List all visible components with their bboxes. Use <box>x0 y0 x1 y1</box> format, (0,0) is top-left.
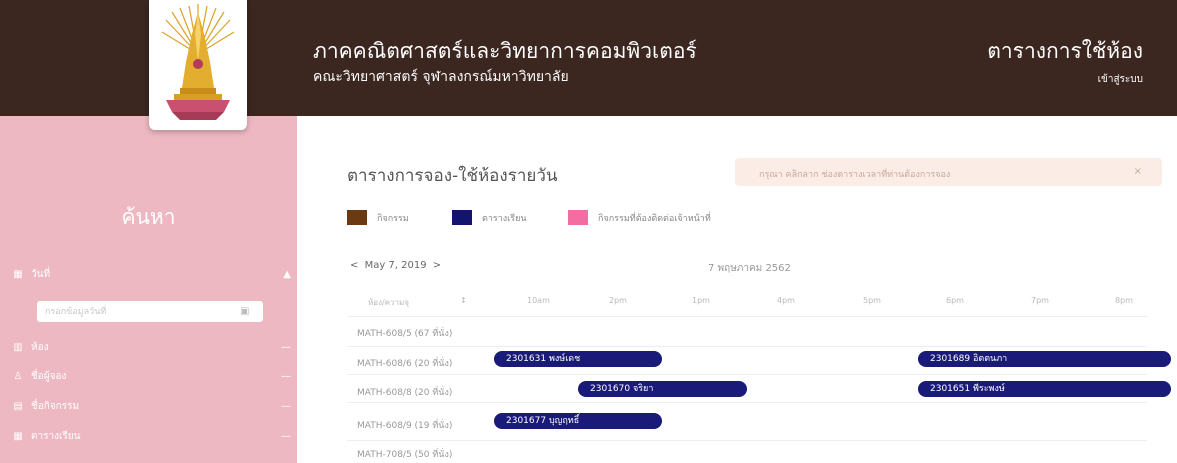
room-label: MATH-608/8 (20 ที่นั่ง) <box>357 388 453 398</box>
legend-label: ตารางเรียน <box>482 213 527 224</box>
row-divider <box>347 316 1147 317</box>
sidebar-item-label: ห้อง <box>31 341 49 353</box>
row-divider <box>347 374 1147 375</box>
alert-text: กรุณา คลิกลาก ช่องตารางเวลาที่ท่านต้องกา… <box>759 170 951 180</box>
legend-swatch <box>568 210 588 225</box>
expand-icon[interactable]: — <box>281 371 291 382</box>
activity-icon: ▤ <box>13 400 23 412</box>
expand-icon[interactable]: — <box>281 401 291 412</box>
expand-icon[interactable]: — <box>281 431 291 442</box>
time-tick: 8pm <box>1115 296 1133 305</box>
prev-day-button[interactable]: < <box>347 260 361 271</box>
crest-icon <box>161 4 235 120</box>
time-tick: 10am <box>527 296 550 305</box>
schedule-icon: ▦ <box>13 430 23 442</box>
date-navigator: < May 7, 2019 > <box>347 260 444 271</box>
collapse-icon[interactable]: ▲ <box>283 269 291 280</box>
main-title: ตารางการจอง-ใช้ห้องรายวัน <box>347 166 558 186</box>
page-heading: ตารางการใช้ห้อง <box>987 39 1143 63</box>
time-tick: 2pm <box>609 296 627 305</box>
search-sidebar: ค้นหา ▦ วันที่ ▲ ▣ ▥ ห้อง — ♙ ชื่อผู้จอง… <box>0 116 297 463</box>
room-label: MATH-608/6 (20 ที่นั่ง) <box>357 359 453 369</box>
room-label: MATH-608/5 (67 ที่นั่ง) <box>357 329 453 339</box>
time-tick: 4pm <box>777 296 795 305</box>
room-icon: ▥ <box>13 341 23 353</box>
legend-label: กิจกรรม <box>377 213 409 224</box>
row-divider <box>347 346 1147 347</box>
legend-activity: กิจกรรม <box>347 210 409 225</box>
room-label: MATH-608/9 (19 ที่นั่ง) <box>357 421 453 431</box>
sort-icon[interactable]: ↕ <box>460 296 467 305</box>
time-tick: 1pm <box>692 296 710 305</box>
class-event[interactable]: 2301631 พงษ์เดช <box>494 351 662 367</box>
sidebar-item-label: วันที่ <box>31 268 51 280</box>
class-event[interactable]: 2301677 บุญฤทธิ์ <box>494 413 662 429</box>
sidebar-title: ค้นหา <box>121 205 176 229</box>
legend-label: กิจกรรมที่ต้องติดต่อเจ้าหน้าที่ <box>598 213 711 224</box>
row-divider <box>347 440 1147 441</box>
calendar-picker-icon[interactable]: ▣ <box>240 306 249 317</box>
legend-swatch <box>452 210 472 225</box>
person-icon: ♙ <box>13 370 23 382</box>
calendar-icon: ▦ <box>13 268 23 280</box>
top-header: ภาคคณิตศาสตร์และวิทยาการคอมพิวเตอร์ คณะว… <box>0 0 1177 130</box>
sidebar-item-label: ชื่อผู้จอง <box>31 370 67 382</box>
department-title: ภาคคณิตศาสตร์และวิทยาการคอมพิวเตอร์ <box>313 39 697 63</box>
current-date: May 7, 2019 <box>364 260 427 271</box>
sidebar-item-schedule[interactable]: ▦ ตารางเรียน — <box>11 426 291 446</box>
thai-date-label: 7 พฤษภาคม 2562 <box>708 263 791 274</box>
sidebar-item-activity[interactable]: ▤ ชื่อกิจกรรม — <box>11 396 291 416</box>
sidebar-item-room[interactable]: ▥ ห้อง — <box>11 337 291 357</box>
class-event[interactable]: 2301651 พีระพงษ์ <box>918 381 1171 397</box>
class-event[interactable]: 2301670 จริยา <box>578 381 747 397</box>
class-event[interactable]: 2301689 อิตตนภา <box>918 351 1171 367</box>
close-icon[interactable]: × <box>1134 166 1142 177</box>
room-column-label: ห้อง/ความจุ <box>368 298 409 307</box>
time-tick: 6pm <box>946 296 964 305</box>
login-link[interactable]: เข้าสู่ระบบ <box>1098 72 1143 87</box>
legend-contact-staff: กิจกรรมที่ต้องติดต่อเจ้าหน้าที่ <box>568 210 711 225</box>
sidebar-item-label: ชื่อกิจกรรม <box>31 400 80 412</box>
next-day-button[interactable]: > <box>430 260 444 271</box>
time-tick: 7pm <box>1031 296 1049 305</box>
faculty-subtitle: คณะวิทยาศาสตร์ จุฬาลงกรณ์มหาวิทยาลัย <box>313 69 569 85</box>
instruction-alert: กรุณา คลิกลาก ช่องตารางเวลาที่ท่านต้องกา… <box>735 158 1162 186</box>
legend-swatch <box>347 210 367 225</box>
room-label: MATH-708/5 (50 ที่นั่ง) <box>357 450 453 460</box>
date-search-input[interactable] <box>37 301 263 322</box>
room-column-header[interactable]: ห้อง/ความจุ ↕ <box>368 296 467 309</box>
sidebar-item-booker[interactable]: ♙ ชื่อผู้จอง — <box>11 366 291 386</box>
expand-icon[interactable]: — <box>281 342 291 353</box>
sidebar-item-label: ตารางเรียน <box>31 430 81 442</box>
row-divider <box>347 402 1147 403</box>
sidebar-item-date[interactable]: ▦ วันที่ ▲ <box>11 264 291 284</box>
university-logo[interactable] <box>149 0 247 130</box>
legend-class-schedule: ตารางเรียน <box>452 210 527 225</box>
time-tick: 5pm <box>863 296 881 305</box>
